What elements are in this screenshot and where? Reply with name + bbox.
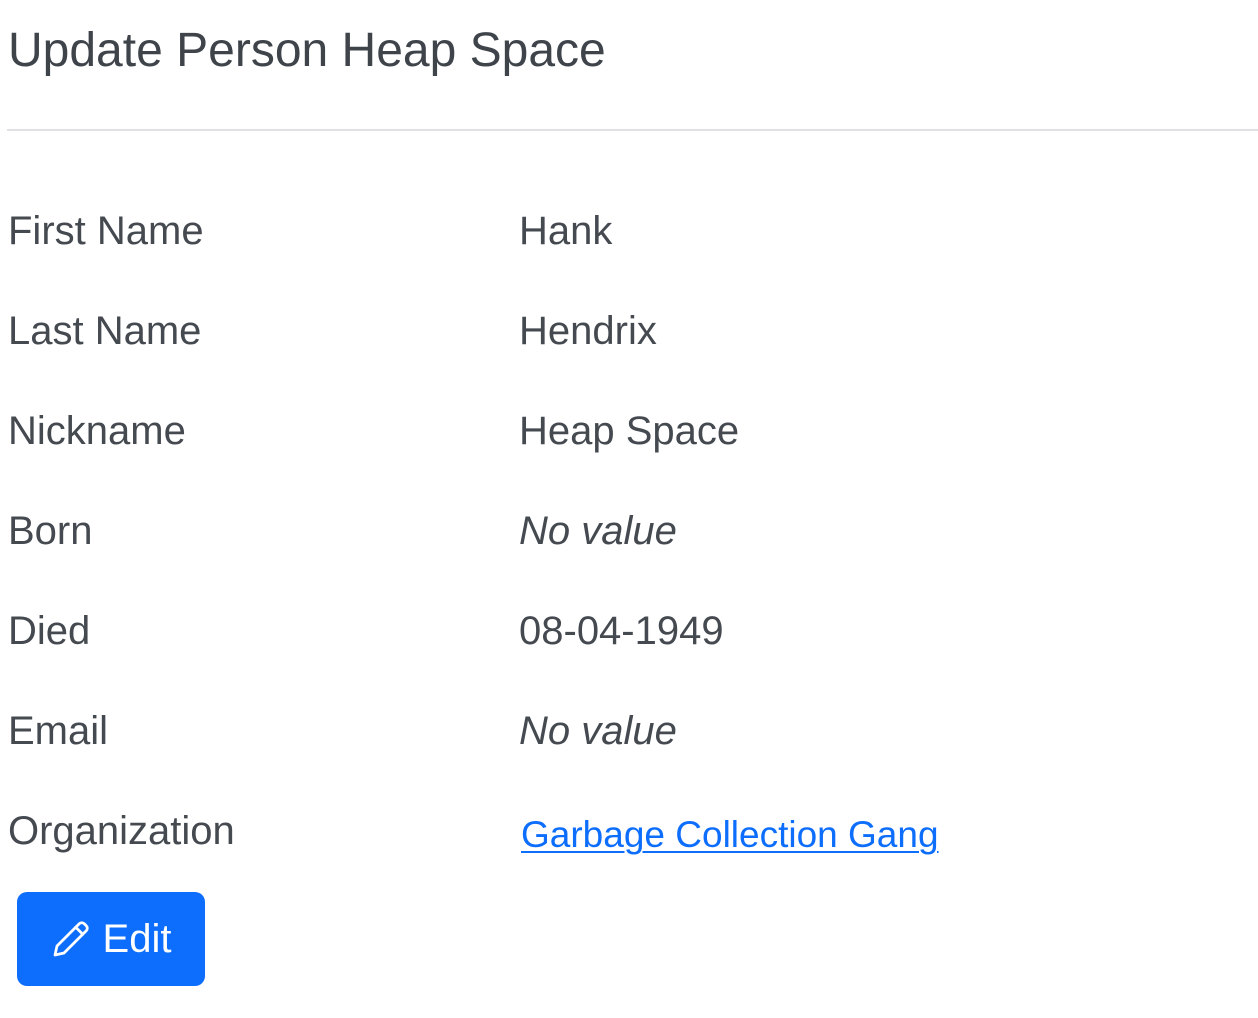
organization-link[interactable]: Garbage Collection Gang	[521, 807, 939, 863]
nickname-value: Heap Space	[519, 409, 740, 453]
pencil-icon	[51, 919, 91, 959]
died-label: Died	[8, 609, 91, 653]
detail-row-email: Email No value	[0, 681, 1258, 781]
last-name-value: Hendrix	[519, 309, 657, 353]
edit-button-label: Edit	[102, 917, 172, 961]
first-name-label: First Name	[8, 209, 204, 253]
born-value: No value	[519, 509, 677, 553]
first-name-value: Hank	[519, 209, 613, 253]
email-value: No value	[519, 709, 677, 753]
edit-button[interactable]: Edit	[17, 892, 205, 986]
person-details: First Name Hank Last Name Hendrix Nickna…	[0, 181, 1258, 881]
detail-row-nickname: Nickname Heap Space	[0, 381, 1258, 481]
detail-row-first-name: First Name Hank	[0, 181, 1258, 281]
page-title: Update Person Heap Space	[8, 24, 606, 77]
detail-row-organization: Organization Garbage Collection Gang	[0, 781, 1258, 881]
organization-label: Organization	[8, 809, 235, 853]
detail-row-died: Died 08-04-1949	[0, 581, 1258, 681]
email-label: Email	[8, 709, 109, 753]
died-value: 08-04-1949	[519, 609, 724, 653]
divider	[7, 129, 1258, 131]
last-name-label: Last Name	[8, 309, 202, 353]
detail-row-last-name: Last Name Hendrix	[0, 281, 1258, 381]
nickname-label: Nickname	[8, 409, 186, 453]
detail-row-born: Born No value	[0, 481, 1258, 581]
born-label: Born	[8, 509, 93, 553]
